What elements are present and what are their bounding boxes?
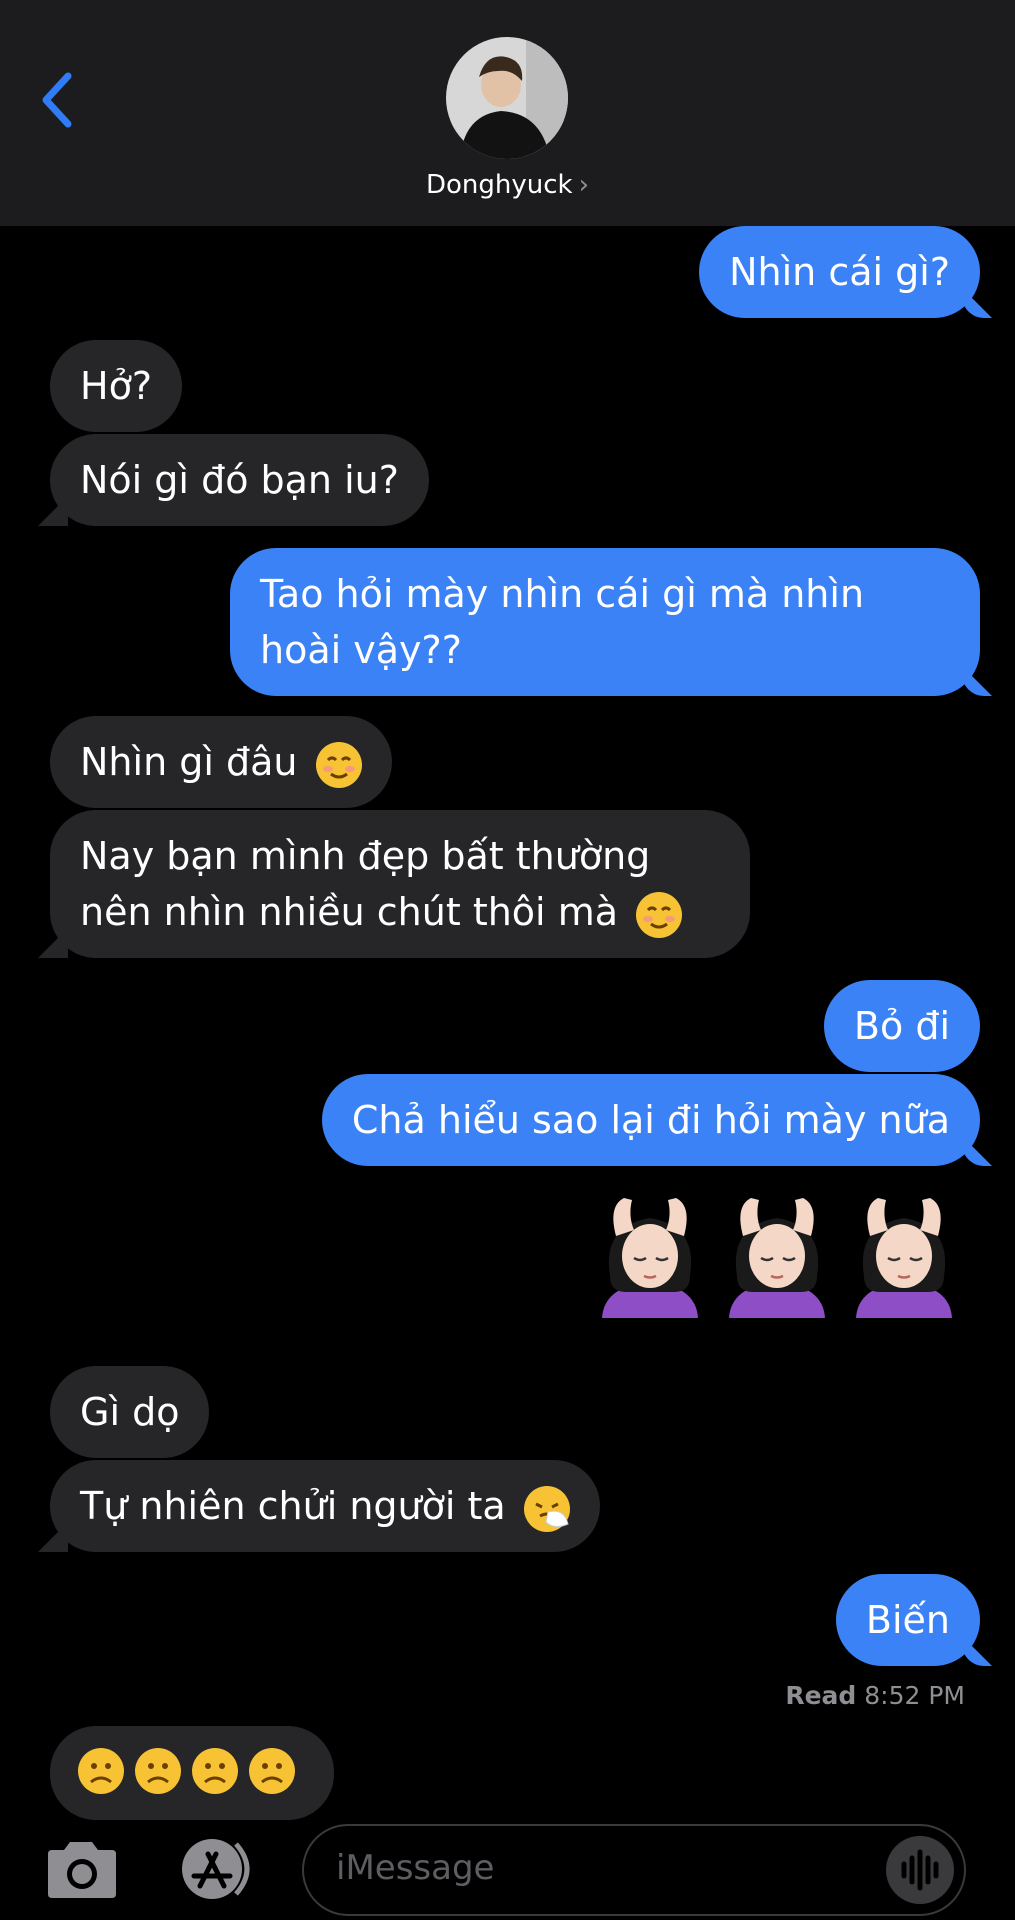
chevron-right-icon: › [578, 170, 589, 200]
contact-avatar[interactable] [446, 37, 568, 159]
message-text: Bỏ đi [853, 1004, 950, 1048]
read-time: 8:52 PM [864, 1681, 965, 1710]
message-bubble-sent[interactable]: Tao hỏi mày nhìn cái gì mà nhìn hoài vậy… [230, 548, 980, 696]
audio-message-button[interactable] [886, 1836, 954, 1904]
message-bubble-received[interactable]: Tự nhiên chửi người ta [50, 1460, 600, 1552]
read-label: Read [785, 1681, 857, 1710]
message-text: Gì dọ [80, 1390, 180, 1434]
message-bubble-received[interactable]: Nay bạn mình đẹp bất thường nên nhìn nhi… [50, 810, 750, 958]
message-text: Tao hỏi mày nhìn cái gì mà nhìn hoài vậy… [260, 572, 865, 672]
conversation-header: Donghyuck › [0, 0, 1015, 226]
contact-name[interactable]: Donghyuck › [0, 170, 1015, 200]
frowning-face-icon [78, 1748, 295, 1794]
message-bubble-received[interactable]: Gì dọ [50, 1366, 210, 1458]
message-text: Tự nhiên chửi người ta [80, 1484, 506, 1528]
message-text: Nay bạn mình đẹp bất thường nên nhìn nhi… [80, 834, 651, 934]
message-input[interactable]: iMessage [302, 1824, 966, 1916]
woman-getting-massage-icon [856, 1198, 952, 1318]
message-bubble-received[interactable] [50, 1726, 334, 1820]
message-bubble-sent[interactable]: Chả hiểu sao lại đi hỏi mày nữa [321, 1074, 980, 1166]
message-text: Nhìn gì đâu [80, 740, 298, 784]
contact-name-text: Donghyuck [425, 170, 573, 200]
camera-icon[interactable] [42, 1840, 120, 1900]
smiling-face-icon [315, 741, 362, 788]
waveform-icon [901, 1849, 939, 1891]
woman-getting-massage-icon [729, 1198, 825, 1318]
message-text: Chả hiểu sao lại đi hỏi mày nữa [351, 1098, 950, 1142]
message-text: Nói gì đó bạn iu? [80, 458, 399, 502]
message-bubble-received[interactable]: Nói gì đó bạn iu? [50, 434, 429, 526]
message-bubble-sent[interactable]: Bỏ đi [823, 980, 980, 1072]
woman-getting-massage-icon [602, 1198, 698, 1318]
read-receipt: Read 8:52 PM [785, 1681, 965, 1710]
message-bubble-sent[interactable]: Nhìn cái gì? [699, 226, 980, 318]
message-bubble-sent[interactable]: Biến [835, 1574, 980, 1666]
message-text: Hở? [80, 364, 152, 408]
message-text: Nhìn cái gì? [729, 250, 950, 294]
message-bubble-received[interactable]: Nhìn gì đâu [50, 716, 392, 808]
app-store-icon[interactable] [172, 1836, 262, 1902]
message-text: Biến [865, 1598, 950, 1642]
smiling-face-icon [636, 891, 683, 938]
message-placeholder: iMessage [336, 1848, 495, 1888]
back-chevron-icon[interactable] [38, 70, 78, 130]
sneezing-face-icon [523, 1485, 570, 1532]
message-bubble-received[interactable]: Hở? [50, 340, 182, 432]
